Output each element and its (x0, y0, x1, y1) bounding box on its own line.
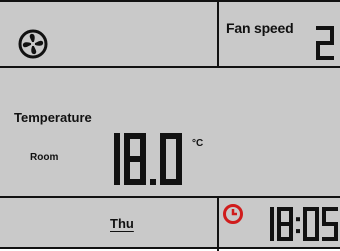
clock-icon (222, 203, 244, 225)
fan-button[interactable] (18, 29, 48, 59)
day-label[interactable]: Thu (110, 216, 134, 231)
temperature-value (98, 133, 182, 185)
divider-bottom-vertical (217, 196, 219, 251)
divider-top (0, 66, 340, 68)
divider-bottom (0, 196, 340, 198)
clock-time[interactable] (258, 207, 338, 241)
divider-top-vertical (217, 2, 219, 66)
thermostat-lcd: Fan speed Temperature Room °C Thu (0, 0, 340, 251)
temperature-label: Temperature (14, 110, 92, 125)
room-label: Room (30, 152, 59, 163)
fan-icon (18, 29, 48, 59)
temperature-unit: °C (192, 138, 204, 149)
fan-speed-label: Fan speed (226, 20, 294, 36)
fan-speed-value[interactable] (316, 26, 334, 60)
